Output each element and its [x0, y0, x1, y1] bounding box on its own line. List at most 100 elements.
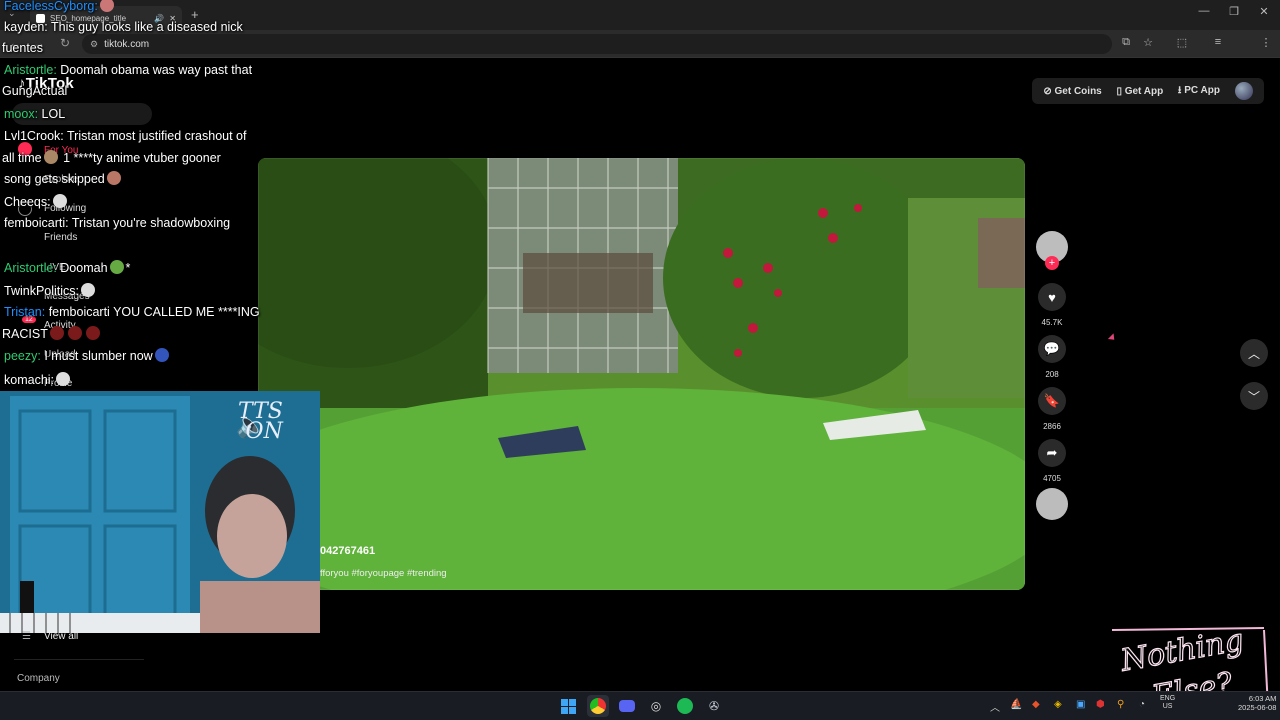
tts-badge: TTS ON [238, 401, 283, 444]
chat-message: GungActual [2, 84, 67, 98]
extensions-icon[interactable]: ⬚ [1174, 36, 1190, 49]
chat-text: all time [2, 151, 42, 165]
chat-username: femboicarti: [4, 216, 69, 230]
tray-app-icon[interactable]: ◈ [1054, 699, 1062, 710]
steam-icon: ✇ [708, 699, 720, 713]
obs-taskbar-button[interactable]: ◎ [645, 695, 667, 717]
bookmark-icon: 🔖 [1043, 393, 1061, 408]
address-bar-url: tiktok.com [104, 38, 150, 50]
emote-icon [56, 372, 71, 386]
minimize-button[interactable]: — [1190, 5, 1218, 17]
get-app-button[interactable]: ▯ Get App [1116, 86, 1163, 97]
chat-username: moox: [4, 107, 39, 121]
video-hashtags[interactable]: fforyou #foryoupage #trending [320, 568, 447, 579]
emote-icon [52, 194, 67, 208]
chat-text: song gets skipped [4, 172, 105, 186]
media-controls-icon[interactable]: ≡ [1210, 36, 1226, 48]
discord-taskbar-button[interactable] [616, 695, 638, 717]
site-info-icon[interactable]: ⚙ [90, 39, 98, 50]
tray-app-icon[interactable]: ⬢ [1096, 699, 1105, 710]
get-coins-label: Get Coins [1054, 85, 1102, 97]
language-indicator[interactable]: ENG US [1160, 695, 1175, 711]
save-button[interactable]: 🔖 [1038, 387, 1066, 415]
chat-username: peezy: [4, 349, 41, 363]
bookmark-star-icon[interactable]: ☆ [1140, 36, 1156, 49]
chat-message: song gets skipped [4, 171, 123, 186]
address-bar[interactable]: ⚙ tiktok.com [82, 34, 1112, 54]
next-video-button[interactable]: ﹀ [1240, 382, 1268, 410]
tts-badge-line2: ON [245, 419, 283, 444]
mouse-cursor-icon [1107, 333, 1118, 343]
chat-text: fuentes [2, 41, 44, 55]
tray-overflow-icon[interactable]: ︿ [990, 699, 1000, 714]
screen: { "browser": { "tab_title": "SEO_homepag… [0, 0, 1280, 720]
discord-icon [619, 700, 635, 712]
chat-text: Tristan you're shadowboxing [71, 216, 231, 230]
chat-text: Tristan most justified crashout of [67, 129, 247, 143]
tray-brave-icon[interactable]: ◆ [1032, 699, 1040, 710]
like-button[interactable]: ♥ [1038, 283, 1066, 311]
get-app-label: Get App [1124, 85, 1164, 97]
clock-date: 2025-06-08 [1238, 703, 1277, 712]
emote-icon [81, 283, 96, 297]
chrome-taskbar-button[interactable] [587, 695, 609, 717]
chat-message: moox: LOL [4, 107, 65, 121]
follow-plus-icon[interactable]: + [1045, 256, 1059, 270]
emote-icon [154, 348, 169, 362]
video-frame [258, 158, 1025, 590]
taskbar [0, 691, 1280, 720]
share-button[interactable]: ➦ [1038, 439, 1066, 467]
install-app-icon[interactable]: ⧉ [1118, 36, 1134, 49]
profile-avatar[interactable] [1234, 82, 1253, 100]
chat-message: all time 1 ****ty anime vtuber gooner [2, 150, 221, 165]
pc-app-label: PC App [1184, 84, 1220, 96]
spotify-taskbar-button[interactable] [674, 695, 696, 717]
chat-text: LOL [41, 107, 66, 121]
chat-text: femboicarti YOU CALLED ME ****ING [48, 305, 260, 319]
tray-search-icon[interactable]: ⚲ [1117, 699, 1124, 710]
start-button[interactable] [557, 695, 579, 717]
chevron-down-icon: ﹀ [1247, 389, 1260, 404]
chat-text: I must slumber now [44, 349, 153, 363]
tray-wifi-icon[interactable]: ◔ [1139, 699, 1145, 710]
tray-app-icon[interactable]: ⛵ [1010, 699, 1022, 710]
previous-video-button[interactable]: ︿ [1240, 339, 1268, 367]
maximize-button[interactable]: ❐ [1220, 5, 1248, 18]
close-window-button[interactable]: ✕ [1250, 5, 1278, 18]
chat-username: kayden: [4, 20, 48, 34]
clock-time: 6:03 AM [1248, 694, 1277, 703]
chat-message: Aristortle: Doomah * [4, 260, 130, 275]
tray-app-icon[interactable]: ▣ [1076, 699, 1085, 710]
emote-icon [85, 326, 100, 340]
language-code: ENG [1160, 695, 1176, 702]
video-player[interactable] [258, 158, 1025, 590]
chat-message: Lvl1Crook: Tristan most justified crasho… [4, 129, 246, 143]
view-all-link[interactable]: View all [44, 631, 78, 642]
chat-message: peezy: I must slumber now [4, 348, 171, 363]
sidebar-item-friends[interactable]: Friends [44, 232, 77, 243]
music-disc[interactable] [1036, 488, 1068, 520]
get-coins-button[interactable]: ⊘ Get Coins [1043, 86, 1101, 97]
chat-username: TwinkPolitics: [4, 284, 80, 298]
chat-username: Tristan: [4, 305, 46, 319]
comment-button[interactable]: 💬 [1038, 335, 1066, 363]
browser-menu-icon[interactable]: ⋮ [1258, 36, 1274, 49]
company-link[interactable]: Company [17, 673, 60, 684]
share-count: 4705 [1043, 474, 1061, 483]
chrome-icon [590, 698, 606, 714]
spotify-icon [677, 698, 693, 714]
windows-logo-icon [560, 698, 576, 714]
chat-username: Lvl1Crook: [4, 129, 64, 143]
chat-username: komachi: [4, 373, 55, 387]
chat-text: Doomah [60, 261, 108, 275]
heart-icon: ♥ [1048, 289, 1056, 305]
pc-app-button[interactable]: ⭳ PC App [1178, 83, 1220, 100]
system-clock[interactable]: 6:03 AM 2025-06-08 [1238, 694, 1276, 712]
video-author-id[interactable]: 042767461 [320, 545, 375, 557]
chat-message: Aristortle: Doomah obama was way past th… [4, 63, 252, 77]
obs-icon: ◎ [650, 699, 662, 713]
steam-taskbar-button[interactable]: ✇ [703, 695, 725, 717]
chat-text: RACIST [2, 327, 48, 341]
reload-button[interactable]: ↻ [56, 36, 74, 50]
emote-icon [106, 171, 121, 185]
